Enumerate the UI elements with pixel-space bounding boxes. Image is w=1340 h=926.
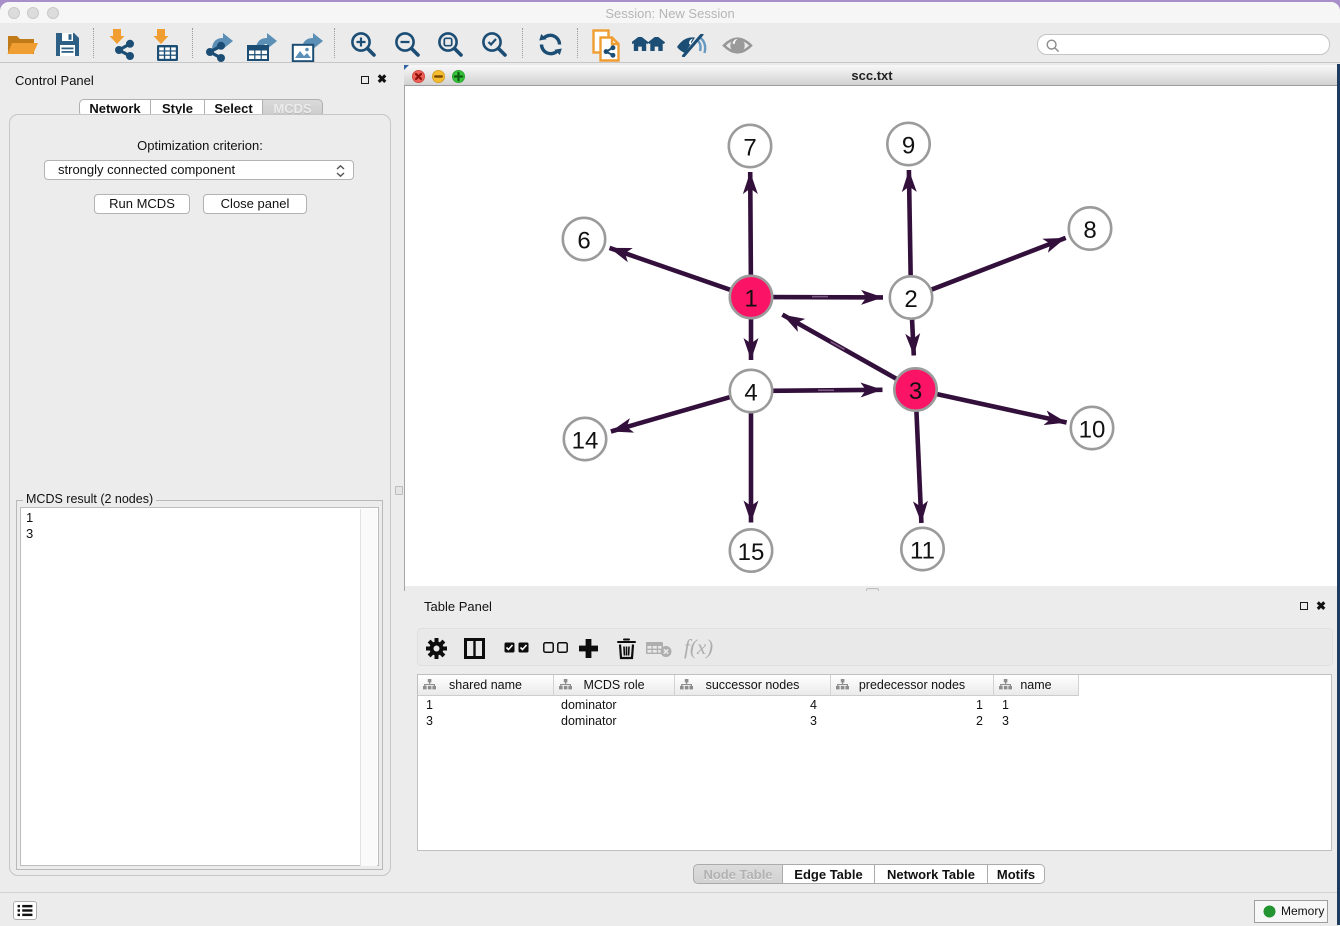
svg-text:14: 14 [572, 428, 599, 455]
svg-text:6: 6 [577, 228, 590, 255]
svg-text:7: 7 [743, 135, 756, 162]
svg-text:10: 10 [1079, 417, 1106, 444]
svg-text:2: 2 [904, 286, 917, 313]
svg-text:15: 15 [738, 539, 765, 566]
svg-text:11: 11 [910, 538, 935, 565]
svg-text:9: 9 [902, 133, 915, 160]
svg-text:3: 3 [909, 378, 922, 405]
svg-text:8: 8 [1083, 217, 1096, 244]
svg-text:1: 1 [744, 286, 757, 313]
svg-text:4: 4 [744, 380, 757, 407]
